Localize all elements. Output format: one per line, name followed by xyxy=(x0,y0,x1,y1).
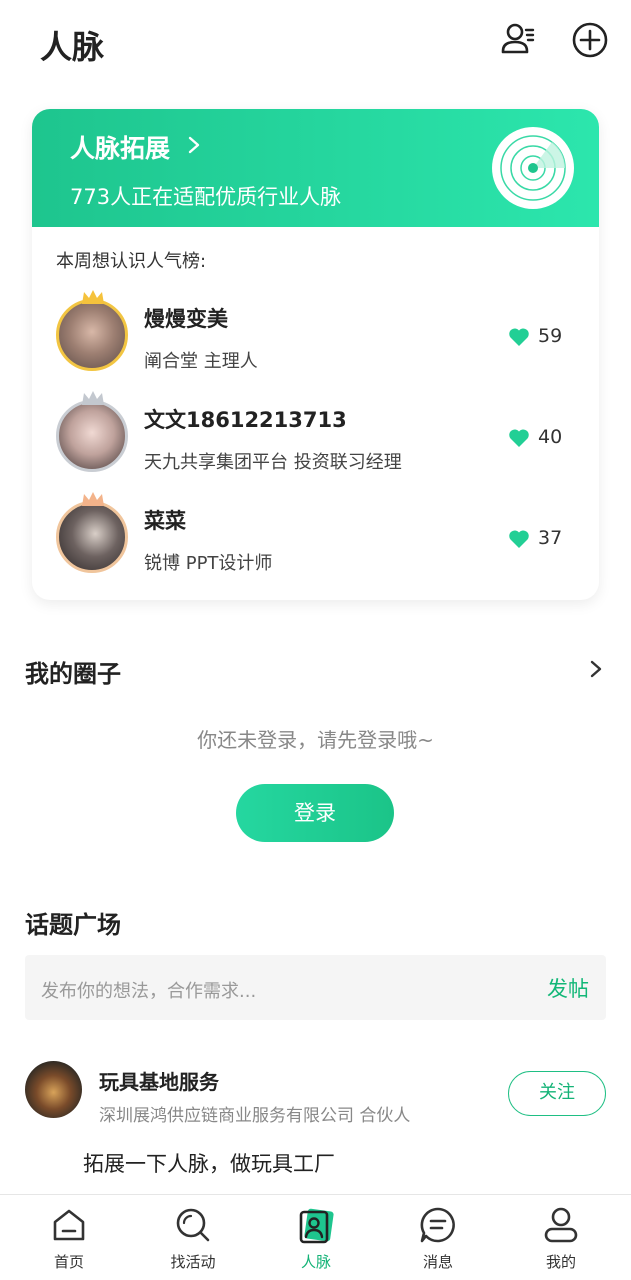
search-icon xyxy=(176,1208,210,1242)
tab-messages[interactable]: 消息 xyxy=(388,1195,488,1280)
like-count-value: 37 xyxy=(538,527,563,549)
like-count-value: 59 xyxy=(538,325,563,347)
chevron-right-icon xyxy=(188,136,200,154)
topic-author-company: 深圳展鸿供应链商业服务有限公司 合伙人 xyxy=(99,1106,411,1126)
contacts-card-icon xyxy=(299,1208,334,1244)
crown-gold-icon xyxy=(82,290,104,304)
tab-label: 消息 xyxy=(422,1253,453,1271)
radar-icon xyxy=(492,127,574,209)
banner-title: 人脉拓展 xyxy=(70,134,171,163)
avatar xyxy=(56,492,128,573)
profile-icon xyxy=(544,1207,578,1243)
tab-label: 找活动 xyxy=(170,1253,216,1271)
network-expand-banner[interactable]: 人脉拓展 773人正在适配优质行业人脉 xyxy=(32,109,599,227)
bottom-tab-bar: 首页 找活动 人脉 消息 我的 xyxy=(0,1194,631,1280)
like-count: 59 xyxy=(508,323,588,353)
avatar xyxy=(56,290,128,371)
post-button[interactable]: 发帖 xyxy=(547,973,589,1003)
topic-content[interactable]: 拓展一下人脉，做玩具工厂 xyxy=(83,1148,335,1178)
tab-contacts[interactable]: 人脉 xyxy=(266,1195,366,1280)
home-icon xyxy=(53,1209,85,1241)
like-count: 40 xyxy=(508,424,588,454)
chevron-right-icon[interactable] xyxy=(586,657,606,681)
post-input-placeholder[interactable]: 发布你的想法，合作需求... xyxy=(41,977,256,1003)
banner-subtitle: 773人正在适配优质行业人脉 xyxy=(70,185,342,209)
heart-icon xyxy=(509,530,529,548)
like-count-value: 40 xyxy=(538,426,563,448)
topic-author-name[interactable]: 玩具基地服务 xyxy=(99,1066,219,1095)
page-header: 人脉 xyxy=(0,0,631,84)
login-hint: 你还未登录，请先登录哦~ xyxy=(197,728,434,752)
tab-home[interactable]: 首页 xyxy=(19,1195,119,1280)
ranking-desc: 阐合堂 主理人 xyxy=(144,351,258,372)
my-circle-title: 我的圈子 xyxy=(25,660,121,688)
like-count: 37 xyxy=(508,525,588,555)
ranking-desc: 天九共享集团平台 投资联习经理 xyxy=(144,452,402,473)
network-card: 人脉拓展 773人正在适配优质行业人脉 本周想认识人气榜: 熳熳变美 阐合堂 主… xyxy=(32,109,599,600)
crown-bronze-icon xyxy=(82,492,104,506)
ranking-name: 熳熳变美 xyxy=(144,307,228,331)
contacts-list-icon xyxy=(501,23,535,54)
login-button[interactable]: 登录 xyxy=(236,784,394,842)
topic-plaza-title: 话题广场 xyxy=(25,911,121,939)
topic-post[interactable]: 玩具基地服务 深圳展鸿供应链商业服务有限公司 合伙人 关注 拓展一下人脉，做玩具… xyxy=(0,1058,631,1188)
ranking-title: 本周想认识人气榜: xyxy=(56,251,207,272)
tab-mine[interactable]: 我的 xyxy=(511,1195,611,1280)
plus-circle-icon xyxy=(572,22,608,58)
ranking-desc: 锐博 PPT设计师 xyxy=(144,553,273,574)
crown-silver-icon xyxy=(82,391,104,405)
ranking-name: 文文18612213713 xyxy=(144,408,347,432)
tab-label: 我的 xyxy=(545,1253,576,1271)
heart-icon xyxy=(509,429,529,447)
add-button[interactable] xyxy=(568,18,612,62)
ranking-row[interactable]: 菜菜 锐博 PPT设计师 37 xyxy=(32,492,599,591)
post-input-box[interactable]: 发布你的想法，合作需求... 发帖 xyxy=(25,955,606,1020)
message-icon xyxy=(420,1207,455,1243)
ranking-row[interactable]: 文文18612213713 天九共享集团平台 投资联习经理 40 xyxy=(32,391,599,490)
tab-label: 人脉 xyxy=(300,1253,331,1271)
follow-button[interactable]: 关注 xyxy=(508,1071,606,1116)
ranking-row[interactable]: 熳熳变美 阐合堂 主理人 59 xyxy=(32,290,599,389)
avatar[interactable] xyxy=(25,1061,82,1118)
avatar xyxy=(56,391,128,472)
page-title: 人脉 xyxy=(40,28,105,66)
tab-find-activity[interactable]: 找活动 xyxy=(143,1195,243,1280)
ranking-name: 菜菜 xyxy=(144,509,186,533)
contacts-list-button[interactable] xyxy=(496,18,540,62)
tab-label: 首页 xyxy=(53,1253,84,1271)
heart-icon xyxy=(509,328,529,346)
